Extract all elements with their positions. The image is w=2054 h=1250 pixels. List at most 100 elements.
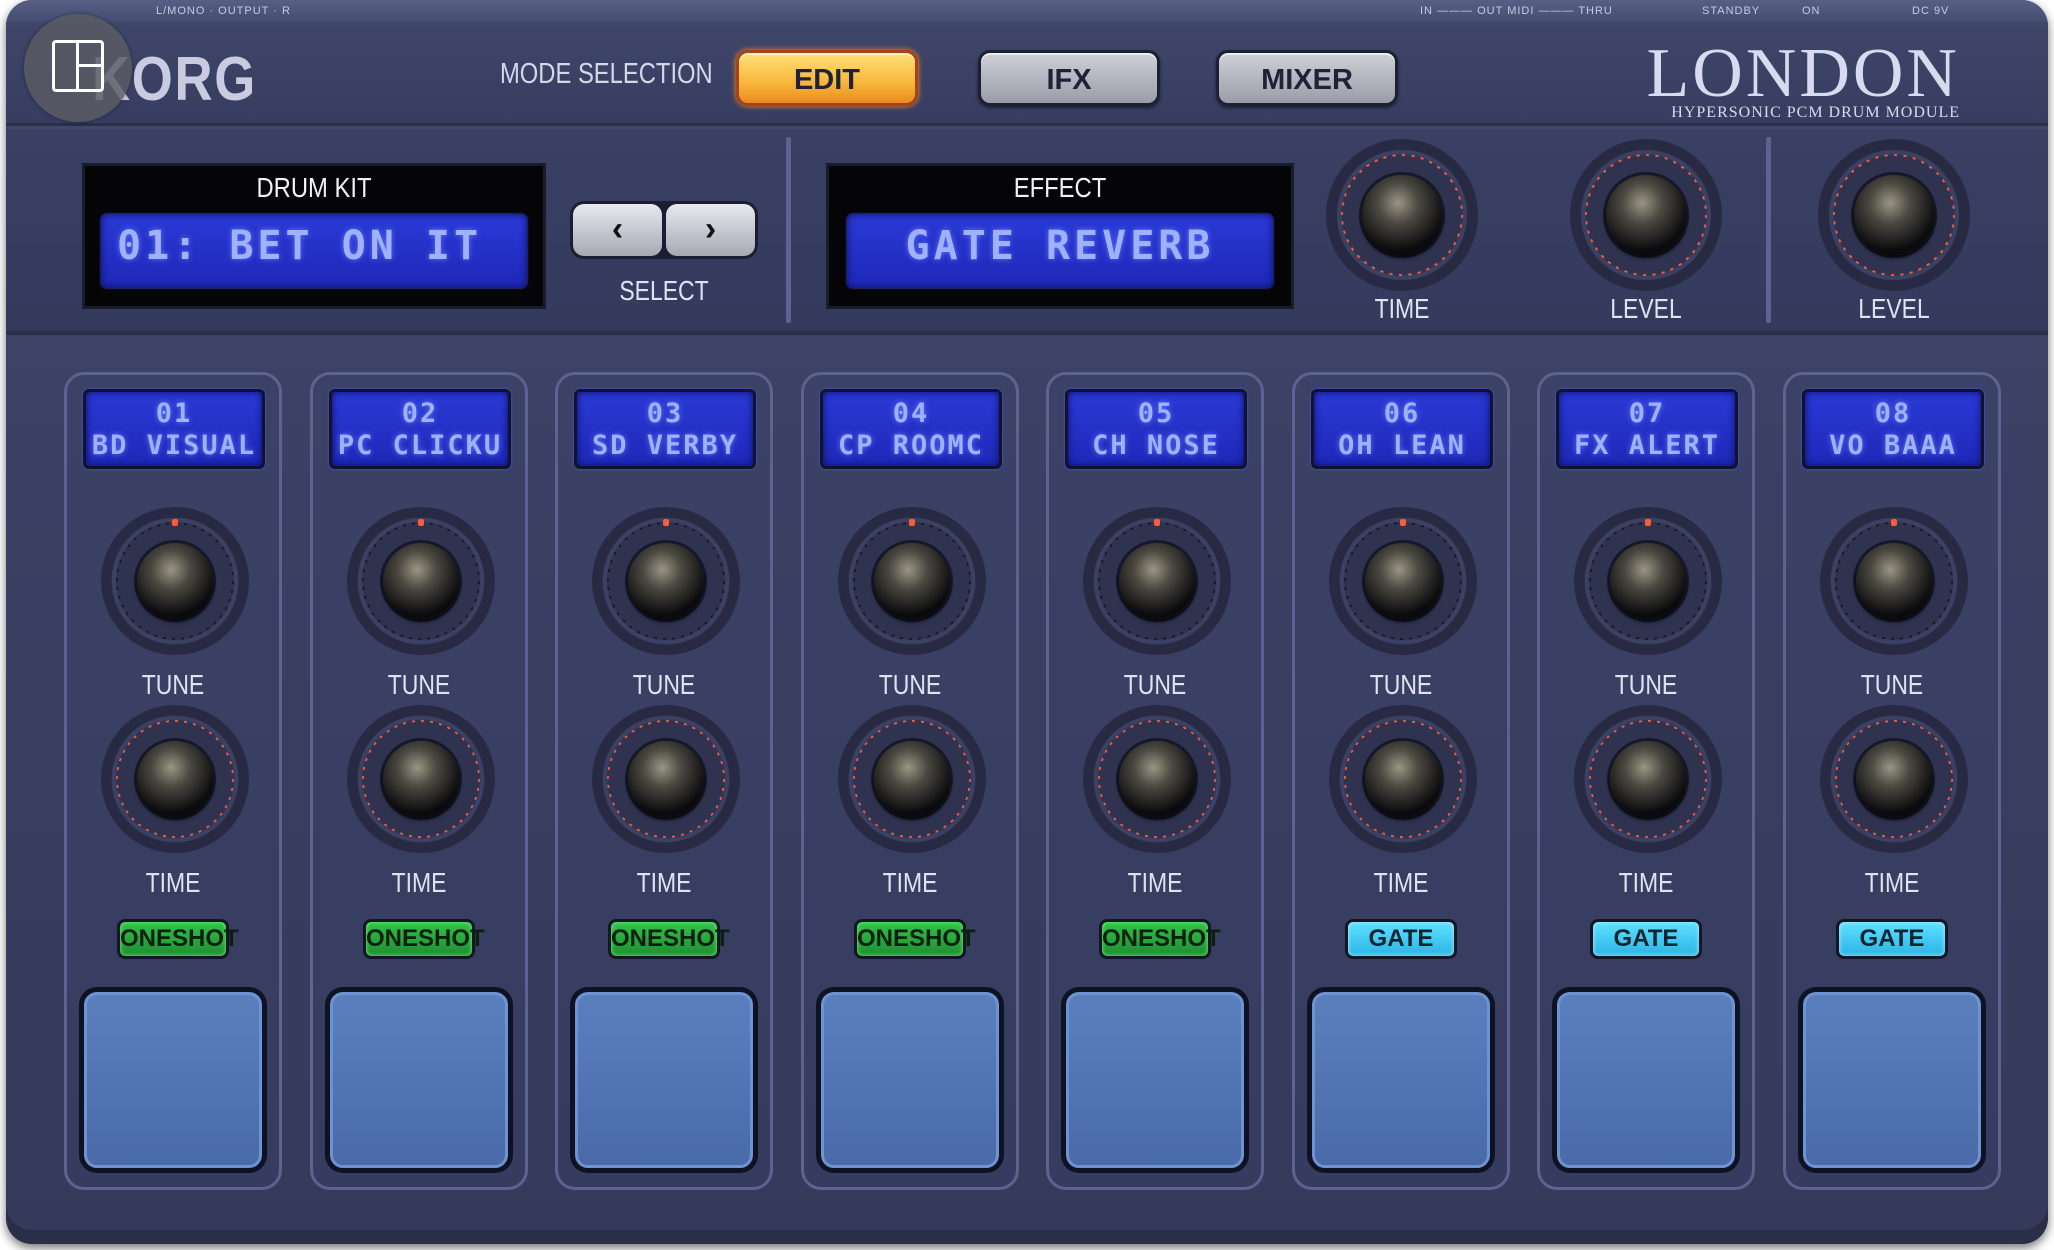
time-label: TIME [145,867,201,898]
time-knob[interactable] [1329,705,1477,853]
knob-indicator [1154,518,1160,527]
trigger-mode-button[interactable]: ONESHOT [854,919,976,959]
knob-indicator [172,518,178,527]
trigger-mode-button[interactable]: GATE [1345,919,1457,959]
trigger-mode-button[interactable]: ONESHOT [363,919,485,959]
mode-edit-button[interactable]: EDIT [736,50,918,106]
time-knob[interactable] [1083,705,1231,853]
time-knob[interactable] [838,705,986,853]
kit-prev-button[interactable]: ‹ [573,204,662,256]
drum-pad[interactable] [816,987,1004,1173]
tune-label: TUNE [632,669,696,700]
channel-strip-07: 07 FX ALERT TUNE TIME GATE [1537,372,1755,1190]
channel-sample-name: SD VERBY [591,430,739,461]
channel-lcd: 01 BD VISUAL [83,389,265,469]
tune-knob[interactable] [592,507,740,655]
tune-knob[interactable] [1574,507,1722,655]
top-rail: L/MONO · OUTPUT · R IN ——— OUT MIDI ——— … [6,0,2048,22]
channel-number: 07 [1628,398,1666,429]
tune-knob[interactable] [347,507,495,655]
tune-knob[interactable] [1329,507,1477,655]
channel-strip-01: 01 BD VISUAL TUNE TIME ONESHOT [64,372,282,1190]
channel-lcd: 07 FX ALERT [1556,389,1738,469]
drum-pad[interactable] [570,987,758,1173]
knob-cap [873,542,951,620]
output-jack-label: L/MONO · OUTPUT · R [156,5,291,17]
tune-knob[interactable] [838,507,986,655]
drum-kit-title: DRUM KIT [256,172,372,203]
trigger-mode-button[interactable]: ONESHOT [1099,919,1221,959]
time-label: TIME [1618,867,1674,898]
time-label: TIME [1373,867,1429,898]
drum-pad-surface [821,992,999,1168]
drum-pad[interactable] [1552,987,1740,1173]
drum-pad[interactable] [1307,987,1495,1173]
mode-mixer-button[interactable]: MIXER [1216,50,1398,106]
kit-next-button[interactable]: › [666,204,755,256]
knob-cap [627,740,705,818]
trigger-mode-button[interactable]: GATE [1590,919,1702,959]
knob-indicator [418,518,424,527]
effect-level-label: LEVEL [1610,293,1682,324]
time-knob[interactable] [1820,705,1968,853]
drum-kit-lcd: 01: BET ON IT [101,214,527,288]
effect-level-knob[interactable] [1570,139,1722,291]
kit-select-buttons: ‹ › [570,201,758,259]
trigger-mode-button[interactable]: GATE [1836,919,1948,959]
time-label: TIME [1864,867,1920,898]
drum-pad[interactable] [325,987,513,1173]
tune-label: TUNE [141,669,205,700]
drum-pad-surface [1557,992,1735,1168]
drum-pad[interactable] [1061,987,1249,1173]
knob-cap [1609,740,1687,818]
master-level-knob[interactable] [1818,139,1970,291]
drum-pad-surface [1312,992,1490,1168]
divider [786,137,791,323]
chevron-left-icon: ‹ [611,210,624,248]
channel-lcd: 02 PC CLICKU [329,389,511,469]
channel-sample-name: OH LEAN [1338,430,1466,461]
knob-cap [1609,542,1687,620]
midi-jack-label: IN ——— OUT MIDI ——— THRU [1420,5,1613,17]
knob-indicator [1645,518,1651,527]
knob-cap [136,740,214,818]
trigger-mode-button[interactable]: ONESHOT [608,919,730,959]
product-logo: LONDON HYPERSONIC PCM DRUM MODULE [1646,38,1960,122]
channel-strip-06: 06 OH LEAN TUNE TIME GATE [1292,372,1510,1190]
channel-lcd: 08 VO BAAA [1802,389,1984,469]
channel-number: 05 [1137,398,1175,429]
trigger-mode-button[interactable]: ONESHOT [117,919,239,959]
time-knob[interactable] [101,705,249,853]
channel-number: 02 [401,398,439,429]
tune-knob[interactable] [1820,507,1968,655]
drum-pad-surface [84,992,262,1168]
drum-pad[interactable] [1798,987,1986,1173]
mode-ifx-button[interactable]: IFX [978,50,1160,106]
channel-sample-name: BD VISUAL [91,430,257,461]
channel-lcd: 05 CH NOSE [1065,389,1247,469]
knob-cap [1855,740,1933,818]
knob-cap [627,542,705,620]
tune-label: TUNE [1860,669,1924,700]
channel-sample-name: VO BAAA [1829,430,1957,461]
time-knob[interactable] [347,705,495,853]
tune-knob[interactable] [1083,507,1231,655]
effect-time-label: TIME [1374,293,1430,324]
standby-label: STANDBY [1702,5,1761,17]
time-knob[interactable] [1574,705,1722,853]
time-knob[interactable] [592,705,740,853]
tune-label: TUNE [1369,669,1433,700]
knob-cap [382,740,460,818]
drum-pad-surface [1066,992,1244,1168]
effect-time-knob[interactable] [1326,139,1478,291]
layout-overlay-button[interactable] [24,14,132,122]
channel-number: 03 [646,398,684,429]
drum-pad-surface [575,992,753,1168]
tune-label: TUNE [387,669,451,700]
time-label: TIME [1127,867,1183,898]
knob-cap [1118,542,1196,620]
drum-pad[interactable] [79,987,267,1173]
tune-knob[interactable] [101,507,249,655]
channel-strip-03: 03 SD VERBY TUNE TIME ONESHOT [555,372,773,1190]
product-subtitle: HYPERSONIC PCM DRUM MODULE [1671,104,1960,121]
